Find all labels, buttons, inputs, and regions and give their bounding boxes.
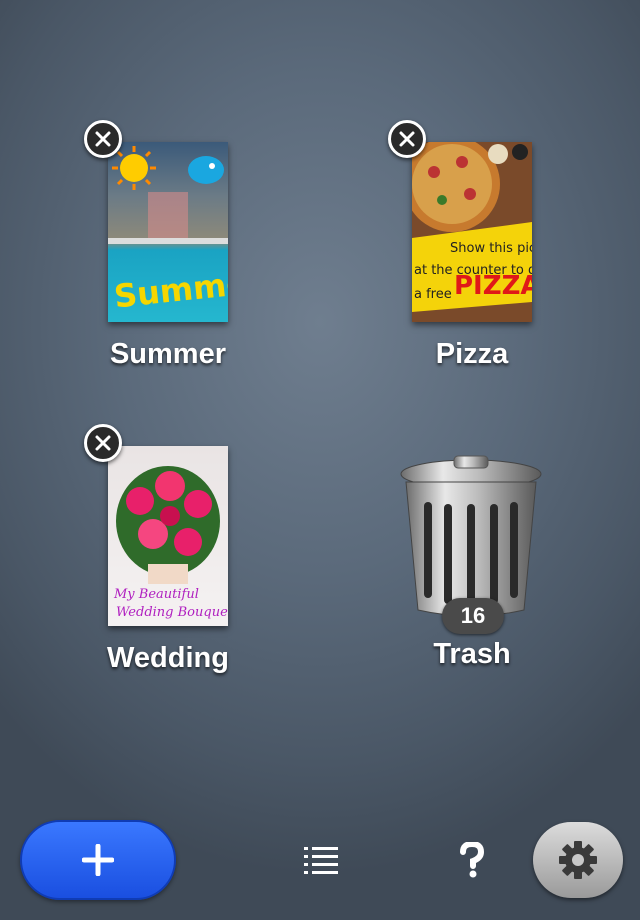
document-tile-pizza[interactable]: Show this pic at the counter to get a fr…	[382, 120, 562, 382]
svg-text:Show this pic: Show this pic	[450, 241, 532, 256]
document-label: Wedding	[107, 642, 229, 674]
document-tile-wedding[interactable]: My Beautiful Wedding Bouquet Wedding	[78, 424, 258, 686]
svg-text:My Beautiful: My Beautiful	[113, 587, 199, 602]
delete-wedding-button[interactable]	[84, 424, 122, 462]
svg-text:a free: a free	[414, 287, 452, 302]
add-document-button[interactable]	[20, 820, 176, 900]
delete-pizza-button[interactable]	[388, 120, 426, 158]
pizza-thumbnail[interactable]: Show this pic at the counter to get a fr…	[412, 142, 532, 322]
document-label: Summer	[109, 338, 227, 370]
list-icon	[304, 847, 338, 874]
gear-icon	[559, 841, 597, 879]
svg-text:Wedding Bouquet: Wedding Bouquet	[116, 605, 228, 620]
summer-artwork: Summer	[108, 146, 228, 316]
question-icon	[460, 842, 485, 878]
help-button[interactable]	[452, 838, 492, 882]
wedding-thumbnail[interactable]: My Beautiful Wedding Bouquet	[108, 446, 228, 626]
plus-icon	[82, 844, 114, 876]
delete-summer-button[interactable]	[84, 120, 122, 158]
trash-label: Trash	[433, 638, 511, 670]
settings-button[interactable]	[533, 822, 623, 898]
document-label: Pizza	[435, 338, 509, 370]
svg-text:Summer: Summer	[112, 262, 228, 315]
close-icon	[399, 131, 415, 147]
pizza-artwork: Show this pic at the counter to get a fr…	[412, 142, 532, 312]
svg-text:PIZZA: PIZZA	[454, 271, 532, 301]
trash-icon	[400, 455, 542, 617]
list-view-button[interactable]	[300, 842, 342, 880]
document-tile-summer[interactable]: Summer Summer	[78, 120, 258, 382]
wedding-artwork: My Beautiful Wedding Bouquet	[113, 466, 228, 620]
summer-thumbnail[interactable]: Summer	[108, 142, 228, 322]
close-icon	[95, 435, 111, 451]
close-icon	[95, 131, 111, 147]
trash-count-badge: 16	[442, 598, 504, 634]
